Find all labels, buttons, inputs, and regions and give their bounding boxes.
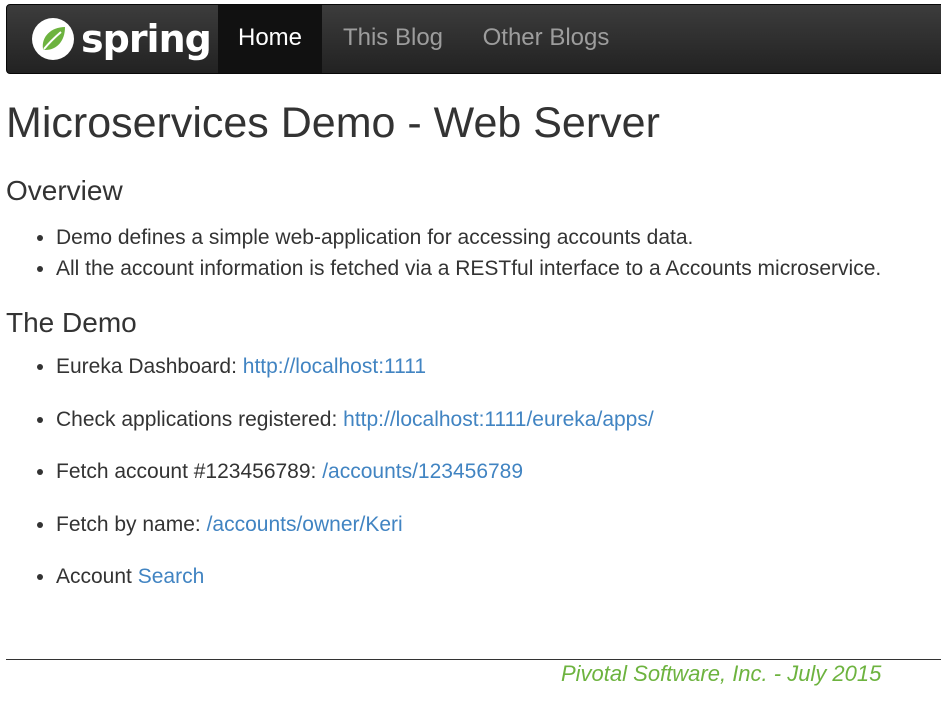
demo-list: Eureka Dashboard: http://localhost:1111 …: [28, 351, 654, 614]
list-item: Eureka Dashboard: http://localhost:1111: [56, 351, 654, 383]
list-item: Account Search: [56, 561, 654, 593]
list-item: Fetch account #123456789: /accounts/1234…: [56, 456, 654, 488]
spring-logo[interactable]: spring: [31, 16, 212, 62]
list-item: Demo defines a simple web-application fo…: [56, 222, 881, 253]
eureka-apps-link[interactable]: http://localhost:1111/eureka/apps/: [343, 408, 654, 431]
fetch-by-name-label: Fetch by name:: [56, 512, 207, 536]
fetch-account-label: Fetch account #123456789:: [56, 460, 323, 483]
eureka-dashboard-label: Eureka Dashboard:: [56, 355, 243, 378]
nav-home[interactable]: Home: [218, 5, 322, 73]
account-search-label: Account: [56, 565, 138, 588]
overview-heading: Overview: [6, 175, 123, 206]
spring-leaf-icon: [32, 18, 74, 60]
footer-divider: [6, 659, 941, 660]
page-title: Microservices Demo - Web Server: [6, 99, 660, 147]
list-item: Fetch by name: /accounts/owner/Keri: [56, 509, 654, 541]
list-item: Check applications registered: http://lo…: [56, 404, 654, 436]
fetch-by-name-link[interactable]: /accounts/owner/Keri: [207, 513, 403, 536]
fetch-account-link[interactable]: /accounts/123456789: [322, 460, 523, 483]
eureka-dashboard-link[interactable]: http://localhost:1111: [243, 355, 426, 378]
demo-heading: The Demo: [6, 307, 137, 338]
account-search-link[interactable]: Search: [138, 565, 205, 588]
list-item: All the account information is fetched v…: [56, 253, 881, 284]
apps-registered-label: Check applications registered:: [56, 407, 344, 431]
nav-other-blogs[interactable]: Other Blogs: [473, 5, 619, 73]
top-navbar: spring Home This Blog Other Blogs: [6, 4, 941, 74]
brand-name: spring: [81, 17, 212, 61]
overview-list: Demo defines a simple web-application fo…: [28, 222, 881, 284]
footer-text: Pivotal Software, Inc. - July 2015: [561, 661, 882, 686]
nav-this-blog[interactable]: This Blog: [327, 5, 459, 73]
